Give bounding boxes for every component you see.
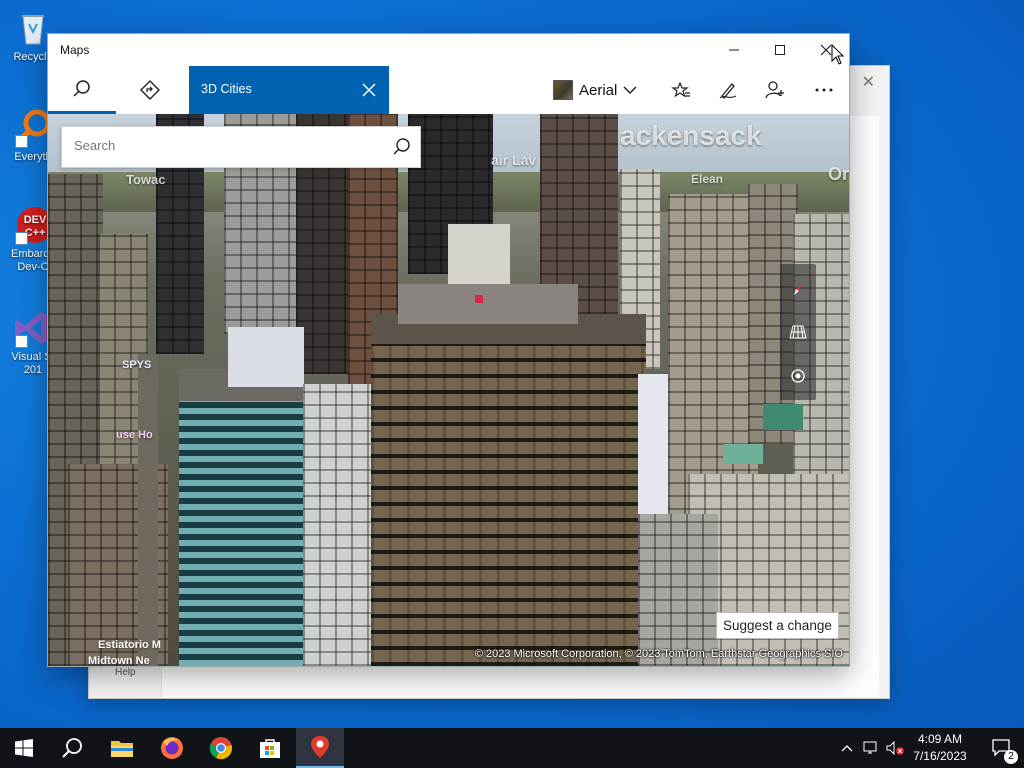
chevron-down-icon xyxy=(623,86,637,95)
tilt-icon xyxy=(789,325,807,339)
map-label: air Lav xyxy=(491,152,537,168)
favorites-button[interactable] xyxy=(659,66,703,114)
search-box[interactable] xyxy=(61,126,421,168)
clock-time: 4:09 AM xyxy=(917,732,963,746)
maximize-button[interactable] xyxy=(757,34,803,66)
directions-tab[interactable] xyxy=(116,66,184,114)
taskbar-file-explorer[interactable] xyxy=(98,728,146,768)
compass-button[interactable] xyxy=(780,270,816,310)
notification-count-badge: 2 xyxy=(1004,750,1018,764)
poi-label[interactable]: SPYS xyxy=(122,359,151,371)
minimize-icon xyxy=(729,49,739,51)
glass-tower xyxy=(179,369,304,666)
network-status[interactable] xyxy=(860,728,882,768)
building xyxy=(638,514,718,666)
map-label-city: ackensack xyxy=(620,120,762,151)
maps-app-icon xyxy=(311,736,329,758)
tab-3d-cities-label: 3D Cities xyxy=(201,82,252,96)
title-bar[interactable]: Maps xyxy=(48,34,849,66)
maps-toolbar: 3D Cities Aerial xyxy=(48,66,849,115)
building xyxy=(638,374,668,514)
suggest-change-button[interactable]: Suggest a change xyxy=(716,612,839,639)
directions-icon xyxy=(140,80,160,100)
rooftop-machinery xyxy=(398,284,578,324)
action-center-button[interactable]: 2 xyxy=(982,728,1022,768)
map-controls xyxy=(780,264,816,400)
search-input[interactable] xyxy=(72,137,376,154)
clock-date: 7/16/2023 xyxy=(913,749,967,763)
more-button[interactable] xyxy=(802,66,846,114)
maximize-icon xyxy=(775,45,785,55)
green-roof xyxy=(763,404,803,430)
close-icon xyxy=(362,83,376,97)
firefox-icon xyxy=(161,737,183,759)
taskbar-maps[interactable] xyxy=(296,728,344,768)
background-close-icon[interactable]: ✕ xyxy=(862,72,875,92)
building xyxy=(303,384,373,666)
file-explorer-icon xyxy=(111,741,133,757)
maps-window: Maps 3D Cities Aerial ackensack air Lav … xyxy=(47,33,850,667)
map-label: Towac xyxy=(126,172,166,187)
poi-label[interactable]: Estiatorio M xyxy=(98,639,161,651)
add-person-icon xyxy=(765,81,784,99)
share-button[interactable] xyxy=(753,66,797,114)
tilt-button[interactable] xyxy=(780,312,816,352)
map-style-dropdown[interactable]: Aerial xyxy=(553,76,637,104)
show-hidden-icons-button[interactable] xyxy=(836,728,858,768)
roof-marker xyxy=(475,295,483,303)
help-link[interactable]: Help xyxy=(115,667,136,678)
svg-text:DEV: DEV xyxy=(24,214,47,226)
rooftop-structure xyxy=(448,224,510,284)
locate-icon xyxy=(791,369,805,383)
taskbar-search-button[interactable] xyxy=(48,728,96,768)
taskbar-store[interactable] xyxy=(246,728,294,768)
compass-icon xyxy=(794,285,802,295)
search-icon xyxy=(393,138,410,155)
search-icon xyxy=(73,79,90,97)
map-style-label: Aerial xyxy=(579,81,618,99)
search-tab[interactable] xyxy=(48,66,116,114)
taskbar-firefox[interactable] xyxy=(148,728,196,768)
map-label: Or xyxy=(828,164,849,184)
more-icon xyxy=(815,88,833,92)
store-icon xyxy=(260,739,280,758)
green-roof xyxy=(723,444,763,464)
aerial-thumbnail xyxy=(553,80,573,100)
taskbar-chrome[interactable] xyxy=(197,728,245,768)
locate-button[interactable] xyxy=(780,356,816,396)
tower-penthouse xyxy=(228,327,304,387)
favorites-icon xyxy=(671,81,690,98)
windows-start-icon xyxy=(15,739,33,757)
map-label: Elean xyxy=(691,172,724,186)
network-icon xyxy=(863,741,877,754)
main-tower xyxy=(371,329,646,666)
poi-label[interactable]: use Ho xyxy=(116,429,153,441)
start-button[interactable] xyxy=(0,728,48,768)
minimize-button[interactable] xyxy=(711,34,757,66)
chevron-up-icon xyxy=(841,745,853,752)
poi-label[interactable]: Midtown Ne xyxy=(88,655,150,666)
street xyxy=(138,354,158,666)
taskbar: 4:09 AM 7/16/2023 2 xyxy=(0,728,1024,768)
chrome-icon xyxy=(209,737,232,760)
ink-button[interactable] xyxy=(706,66,750,114)
mouse-cursor-icon xyxy=(831,44,845,65)
system-clock[interactable]: 4:09 AM 7/16/2023 xyxy=(898,731,982,765)
pen-icon xyxy=(719,83,737,99)
search-icon xyxy=(62,738,82,758)
copyright-text[interactable]: © 2023 Microsoft Corporation, © 2023 Tom… xyxy=(475,648,843,660)
window-title: Maps xyxy=(60,43,90,57)
search-submit-button[interactable] xyxy=(390,136,412,158)
tab-3d-cities[interactable]: 3D Cities xyxy=(189,66,389,114)
map-view[interactable]: ackensack air Lav Towac Elean Or SPYS us… xyxy=(48,114,849,666)
close-tab-button[interactable] xyxy=(357,78,381,102)
